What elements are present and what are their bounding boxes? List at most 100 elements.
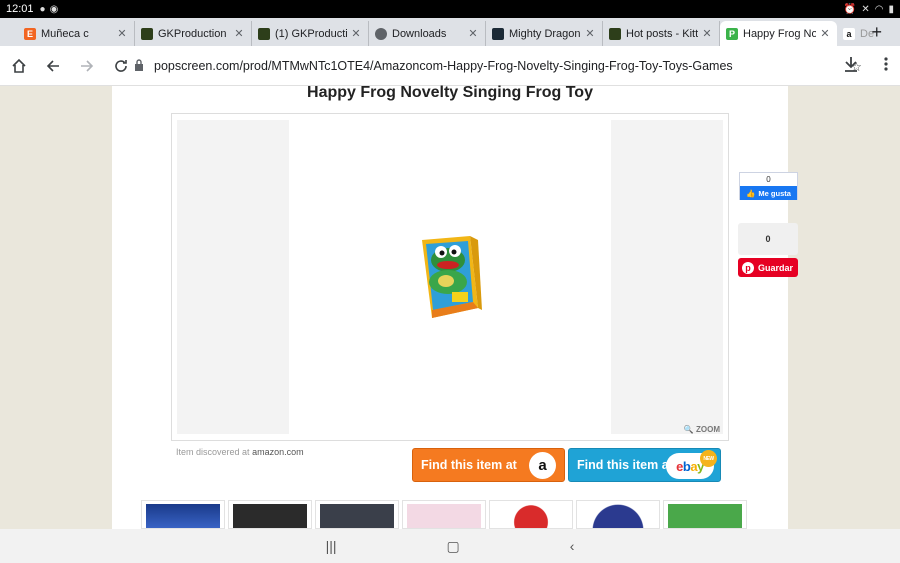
related-item[interactable]	[663, 500, 747, 529]
amazon-button-label: Find this item at	[421, 458, 517, 472]
pinterest-icon: p	[742, 261, 754, 274]
back-nav-icon[interactable]: ‹	[570, 538, 575, 554]
tab-title: Muñeca c	[41, 27, 89, 40]
new-badge: NEW	[700, 450, 717, 467]
frog-toy-image	[422, 236, 482, 318]
zoom-label: ZOOM	[696, 425, 720, 434]
tab-title: Happy Frog No	[743, 27, 816, 40]
tab-2[interactable]: GKProduction ✕	[135, 21, 252, 46]
status-bar: 12:01 ● ◉ ⏰ ✕ ◠ ▮	[0, 0, 900, 18]
system-nav-bar: ||| ▢ ‹	[0, 529, 900, 563]
toolbar: popscreen.com/prod/MTMwNTc1OTE4/Amazonco…	[0, 46, 900, 86]
gkproduction-icon	[609, 27, 621, 40]
discovered-prefix: Item discovered at	[176, 447, 250, 457]
related-item-image	[668, 504, 742, 528]
image-side-panel	[177, 120, 289, 434]
ebay-button-label: Find this item at	[577, 458, 673, 472]
related-item-image	[320, 504, 394, 528]
mute-icon: ✕	[861, 3, 870, 15]
facebook-like-widget[interactable]: 0 👍 Me gusta	[739, 172, 798, 200]
url-text: popscreen.com/prod/MTMwNTc1OTE4/Amazonco…	[154, 59, 733, 73]
fb-like-count: 0	[766, 175, 771, 184]
tab-3[interactable]: (1) GKProductio ✕	[252, 21, 369, 46]
close-icon[interactable]: ✕	[819, 27, 831, 40]
reload-icon	[115, 59, 127, 72]
amazon-icon: a	[843, 27, 855, 40]
address-bar[interactable]: popscreen.com/prod/MTMwNTc1OTE4/Amazonco…	[134, 53, 862, 79]
home-icon	[12, 58, 26, 73]
image-side-panel	[611, 120, 723, 434]
new-tab-button[interactable]: +	[871, 22, 882, 43]
more-menu-icon[interactable]	[884, 56, 888, 77]
messenger-icon: ●	[39, 3, 46, 15]
forward-arrow-icon	[81, 59, 94, 72]
download-icon[interactable]	[844, 56, 858, 77]
tab-title: Mighty Dragon	[509, 27, 581, 40]
home-nav-icon[interactable]: ▢	[447, 538, 460, 555]
close-icon[interactable]: ✕	[701, 27, 713, 40]
related-item-image	[494, 504, 568, 528]
related-item-image	[233, 504, 307, 528]
close-icon[interactable]: ✕	[584, 27, 596, 40]
battery-icon: ▮	[888, 3, 894, 15]
discovered-source[interactable]: amazon.com	[252, 447, 304, 457]
tab-active[interactable]: P Happy Frog No ✕	[720, 21, 837, 46]
tab-strip: E Muñeca c ✕ GKProduction ✕ (1) GKProduc…	[0, 18, 900, 46]
related-item[interactable]	[489, 500, 573, 529]
related-items-row	[141, 500, 747, 529]
tab-title: GKProduction	[158, 27, 227, 40]
pinterest-count: 0	[738, 223, 798, 255]
alarm-icon: ⏰	[843, 3, 857, 15]
zoom-button[interactable]: 🔍 ZOOM	[684, 425, 720, 434]
page-title: Happy Frog Novelty Singing Frog Toy	[307, 84, 593, 101]
tab-6[interactable]: Hot posts - Kitt ✕	[603, 21, 720, 46]
tab-4[interactable]: Downloads ✕	[369, 21, 486, 46]
recent-apps-icon[interactable]: |||	[326, 538, 337, 554]
fb-like-button[interactable]: 👍 Me gusta	[740, 186, 797, 200]
back-button[interactable]	[38, 51, 68, 81]
lock-icon	[134, 58, 144, 74]
clock: 12:01	[6, 3, 34, 15]
back-arrow-icon	[46, 59, 59, 72]
tab-1[interactable]: E Muñeca c ✕	[18, 21, 135, 46]
close-icon[interactable]: ✕	[233, 27, 245, 40]
ebay-logo-icon: ebay NEW	[666, 450, 717, 479]
thumbs-up-icon: 👍	[746, 188, 756, 198]
reload-button[interactable]	[106, 51, 136, 81]
gkproduction-icon	[141, 27, 153, 40]
forward-button[interactable]	[72, 51, 102, 81]
find-at-ebay-button[interactable]: Find this item at ebay NEW	[568, 448, 721, 482]
tab-title: (1) GKProductio	[275, 27, 347, 40]
related-item[interactable]	[576, 500, 660, 529]
pinterest-save-label: Guardar	[758, 262, 794, 273]
related-item-image	[581, 504, 655, 528]
tab-5[interactable]: Mighty Dragon ✕	[486, 21, 603, 46]
close-icon[interactable]: ✕	[116, 27, 128, 40]
fb-like-label: Me gusta	[758, 188, 791, 198]
popscreen-icon: P	[726, 27, 738, 40]
status-icons: ⏰ ✕ ◠ ▮	[844, 4, 894, 15]
wifi-icon: ◠	[874, 3, 884, 15]
find-at-amazon-button[interactable]: Find this item at a	[412, 448, 565, 482]
gamepad-icon: ◉	[49, 3, 59, 15]
close-icon[interactable]: ✕	[350, 27, 362, 40]
product-image-frame[interactable]: 🔍 ZOOM	[171, 113, 729, 441]
tab-title: Downloads	[392, 27, 447, 40]
related-item-image	[407, 504, 481, 528]
chrome-icon	[375, 27, 387, 40]
pinterest-save-button[interactable]: p Guardar	[738, 258, 798, 277]
browser-window: 12:01 ● ◉ ⏰ ✕ ◠ ▮ E Muñeca c ✕ GKProduct…	[0, 0, 900, 563]
amazon-logo-icon: a	[529, 452, 556, 479]
related-item[interactable]	[315, 500, 399, 529]
home-button[interactable]	[4, 51, 34, 81]
tab-title: Hot posts - Kitt	[626, 27, 698, 40]
related-item[interactable]	[402, 500, 486, 529]
related-item[interactable]	[228, 500, 312, 529]
etsy-icon: E	[24, 27, 36, 40]
tab-8[interactable]: a De	[837, 21, 897, 46]
discovered-note: Item discovered at amazon.com	[176, 447, 304, 457]
related-item-image	[146, 504, 220, 528]
related-item[interactable]	[141, 500, 225, 529]
close-icon[interactable]: ✕	[467, 27, 479, 40]
dragon-icon	[492, 27, 504, 40]
